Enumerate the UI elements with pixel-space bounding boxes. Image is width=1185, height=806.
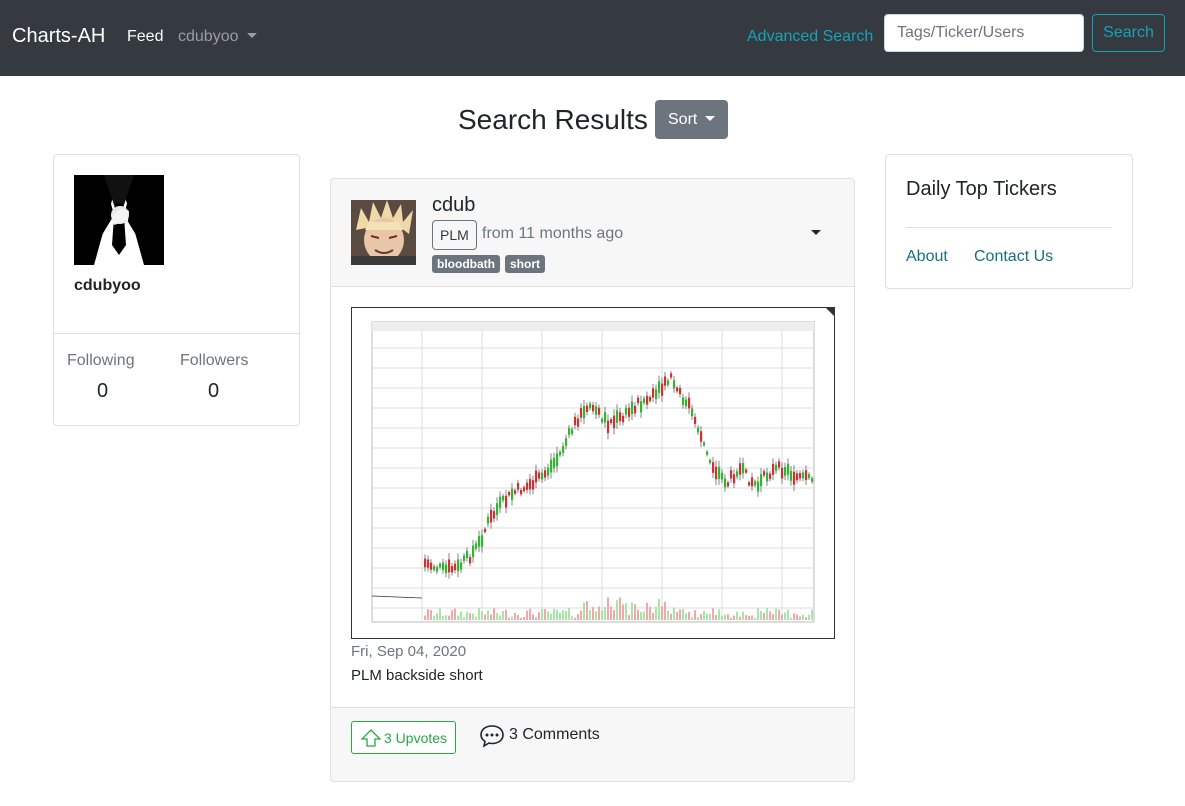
- post-date: Fri, Sep 04, 2020: [351, 643, 467, 660]
- post-author-avatar[interactable]: [351, 200, 416, 265]
- comment-icon: [480, 725, 504, 748]
- post-timestamp: from 11 months ago: [482, 225, 624, 242]
- arrow-up-icon: [361, 729, 381, 747]
- followers-count[interactable]: 0: [208, 380, 219, 403]
- tag-bloodbath[interactable]: bloodbath: [432, 255, 500, 273]
- avatar[interactable]: [74, 175, 164, 265]
- user-dropdown-label: cdubyoo: [178, 28, 239, 45]
- contact-us-link[interactable]: Contact Us: [974, 248, 1053, 266]
- chart-image[interactable]: [351, 307, 835, 639]
- post-options-icon[interactable]: [811, 230, 821, 235]
- post-card: cdub PLM from 11 months ago bloodbath sh…: [330, 178, 855, 782]
- profile-username[interactable]: cdubyoo: [74, 277, 141, 295]
- sort-label: Sort: [668, 110, 698, 128]
- post-footer: 3 Upvotes 3 Comments: [331, 707, 854, 781]
- following-count[interactable]: 0: [97, 380, 108, 403]
- chevron-down-icon: [705, 115, 716, 121]
- about-link[interactable]: About: [906, 248, 948, 266]
- nav-feed-link[interactable]: Feed: [127, 28, 163, 46]
- search-button[interactable]: Search: [1092, 14, 1165, 52]
- brand-logo[interactable]: Charts-AH: [12, 25, 105, 48]
- comments-count: 3 Comments: [509, 726, 600, 743]
- divider: [906, 227, 1112, 228]
- upvote-count: 3 Upvotes: [384, 729, 448, 746]
- page-title: Search Results: [458, 104, 648, 135]
- user-dropdown[interactable]: cdubyoo: [178, 28, 257, 46]
- advanced-search-link[interactable]: Advanced Search: [747, 28, 873, 46]
- ticker-badge[interactable]: PLM: [432, 220, 477, 250]
- followers-label: Followers: [180, 352, 249, 369]
- post-description: PLM backside short: [351, 667, 483, 684]
- profile-card: cdubyoo Following 0 Followers 0: [53, 154, 300, 426]
- divider: [54, 333, 299, 334]
- following-label: Following: [67, 352, 135, 369]
- sort-dropdown-button[interactable]: Sort: [655, 100, 728, 139]
- daily-top-tickers-card: Daily Top Tickers About Contact Us: [885, 154, 1133, 289]
- post-author-name[interactable]: cdub: [432, 194, 475, 217]
- tag-short[interactable]: short: [505, 255, 545, 273]
- chevron-down-icon: [246, 33, 257, 38]
- search-input[interactable]: [884, 14, 1084, 52]
- navbar: Charts-AH Feed cdubyoo Advanced Search S…: [0, 0, 1185, 76]
- post-header: cdub PLM from 11 months ago bloodbath sh…: [331, 179, 854, 287]
- upvote-button[interactable]: 3 Upvotes: [351, 721, 456, 754]
- daily-top-tickers-title: Daily Top Tickers: [906, 178, 1057, 200]
